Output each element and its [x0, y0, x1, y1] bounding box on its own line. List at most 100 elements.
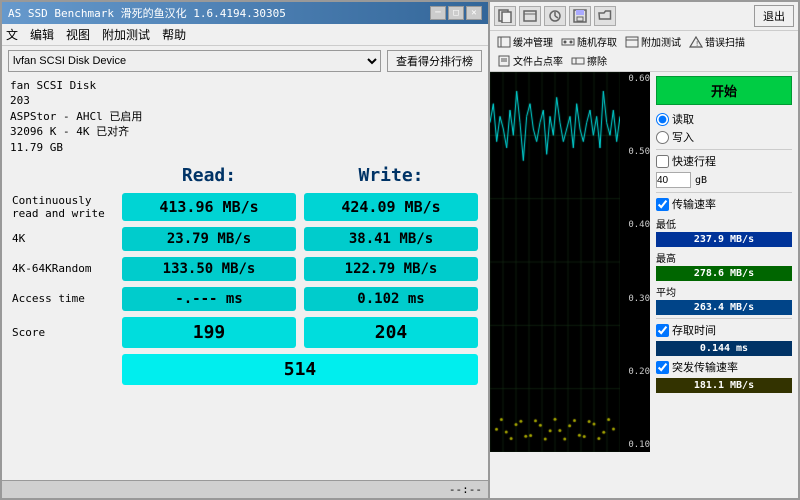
avg-label: 平均 [656, 284, 792, 299]
row-label-3: Access time [8, 284, 118, 314]
toolbar-icon-copy3[interactable] [544, 6, 566, 26]
right-nav: 缓冲管理 随机存取 附加测试 ! 错误扫描 文件占点率 [490, 31, 798, 72]
toolbar-icon-copy1[interactable] [494, 6, 516, 26]
score-label: Score [8, 314, 118, 351]
write-header: Write: [300, 161, 482, 190]
score-read: 199 [122, 317, 296, 348]
table-row: 4K 23.79 MB/s 38.41 MB/s [8, 224, 482, 254]
disk-name: fan SCSI Disk [10, 78, 480, 93]
y-axis: 0.60 0.50 0.40 0.30 0.20 0.10 [620, 72, 650, 452]
access-time-value: 0.144 ms [656, 341, 792, 356]
divider-1 [656, 149, 792, 150]
min-value: 237.9 MB/s [656, 232, 792, 247]
row-label-2: 4K-64KRandom [8, 254, 118, 284]
divider-2 [656, 192, 792, 193]
score-total-row: 514 [8, 351, 482, 388]
burst-label: 突发传输速率 [672, 359, 738, 375]
menu-help[interactable]: 帮助 [162, 26, 186, 43]
disk-controller: ASPStor - AHCl 已启用 [10, 109, 480, 124]
menu-bar: 文 编辑 视图 附加测试 帮助 [2, 24, 488, 46]
disk-info-section: fan SCSI Disk 203 ASPStor - AHCl 已启用 320… [2, 76, 488, 157]
read-value-2: 133.50 MB/s [122, 257, 296, 281]
right-toolbar: 退出 [490, 2, 798, 31]
bottom-text: --:-- [449, 483, 482, 496]
chart-canvas [490, 72, 620, 452]
write-value-2: 122.79 MB/s [304, 257, 478, 281]
burst-checkbox[interactable] [656, 361, 669, 374]
avg-value: 263.4 MB/s [656, 300, 792, 315]
toolbar-icon-save[interactable] [569, 6, 591, 26]
y-label-0.60: 0.60 [620, 74, 650, 84]
menu-extra[interactable]: 附加测试 [102, 26, 150, 43]
nav-error-label: 错误扫描 [705, 34, 745, 49]
y-label-0.30: 0.30 [620, 294, 650, 304]
max-label: 最高 [656, 250, 792, 265]
score-write: 204 [304, 317, 478, 348]
read-value-0: 413.96 MB/s [122, 193, 296, 221]
access-time-row: 存取时间 [656, 322, 792, 338]
minimize-button[interactable]: ─ [430, 6, 446, 20]
y-label-0.40: 0.40 [620, 220, 650, 230]
nav-random-label: 随机存取 [577, 34, 617, 49]
min-label: 最低 [656, 216, 792, 231]
benchmark-table: Read: Write: Continuouslyread and write … [8, 161, 482, 388]
bottom-bar: --:-- [2, 480, 488, 498]
read-value-1: 23.79 MB/s [122, 227, 296, 251]
nav-error[interactable]: ! 错误扫描 [686, 33, 748, 50]
menu-edit[interactable]: 编辑 [30, 26, 54, 43]
left-panel: AS SSD Benchmark 滑死的鱼汉化 1.6.4194.30305 ─… [0, 0, 490, 500]
extra-icon [625, 36, 639, 48]
toolbar-icon-folder[interactable] [594, 6, 616, 26]
nav-random[interactable]: 随机存取 [558, 33, 620, 50]
read-label: 读取 [672, 111, 694, 127]
score-total: 514 [122, 354, 478, 385]
fast-progress-input[interactable] [656, 172, 691, 188]
access-time-label: 存取时间 [672, 322, 716, 338]
nav-file[interactable]: 文件占点率 [494, 52, 566, 69]
nav-buffer[interactable]: 缓冲管理 [494, 33, 556, 50]
nav-extra[interactable]: 附加测试 [622, 33, 684, 50]
row-label-1: 4K [8, 224, 118, 254]
fast-progress-unit: gB [695, 175, 707, 186]
rank-button[interactable]: 查看得分排行榜 [387, 50, 482, 72]
menu-file[interactable]: 文 [6, 26, 18, 43]
transfer-speed-row: 传输速率 [656, 196, 792, 212]
erase-icon [571, 55, 585, 67]
write-radio[interactable] [656, 131, 669, 144]
fast-progress-checkbox[interactable] [656, 155, 669, 168]
fast-progress-input-row: gB [656, 172, 792, 188]
write-radio-row: 写入 [656, 129, 792, 145]
nav-erase[interactable]: 擦除 [568, 52, 610, 69]
exit-button[interactable]: 退出 [754, 5, 794, 27]
start-button[interactable]: 开始 [656, 76, 792, 105]
stat-section: 最低 237.9 MB/s 最高 278.6 MB/s 平均 263.4 MB/… [656, 216, 792, 315]
transfer-speed-checkbox[interactable] [656, 198, 669, 211]
access-time-checkbox[interactable] [656, 324, 669, 337]
read-radio[interactable] [656, 113, 669, 126]
menu-view[interactable]: 视图 [66, 26, 90, 43]
fast-progress-label: 快速行程 [672, 153, 716, 169]
buffer-icon [497, 36, 511, 48]
toolbar-icon-copy2[interactable] [519, 6, 541, 26]
disk-model: 203 [10, 93, 480, 108]
read-header: Read: [118, 161, 300, 190]
file-icon [497, 55, 511, 67]
maximize-button[interactable]: □ [448, 6, 464, 20]
right-controls: 开始 读取 写入 快速行程 gB [650, 72, 798, 452]
random-icon [561, 36, 575, 48]
table-row: Continuouslyread and write 413.96 MB/s 4… [8, 190, 482, 224]
write-value-3: 0.102 ms [304, 287, 478, 311]
score-row: Score 199 204 [8, 314, 482, 351]
y-label-0.50: 0.50 [620, 147, 650, 157]
burst-value: 181.1 MB/s [656, 378, 792, 393]
burst-row: 突发传输速率 [656, 359, 792, 375]
read-write-group: 读取 写入 [656, 111, 792, 145]
y-label-0.10: 0.10 [620, 440, 650, 450]
disk-size: 11.79 GB [10, 140, 480, 155]
close-button[interactable]: ✕ [466, 6, 482, 20]
disk-selector[interactable]: lvfan SCSI Disk Device [8, 50, 381, 72]
disk-alignment: 32096 K - 4K 已对齐 [10, 124, 480, 139]
max-value: 278.6 MB/s [656, 266, 792, 281]
divider-3 [656, 318, 792, 319]
transfer-speed-label: 传输速率 [672, 196, 716, 212]
